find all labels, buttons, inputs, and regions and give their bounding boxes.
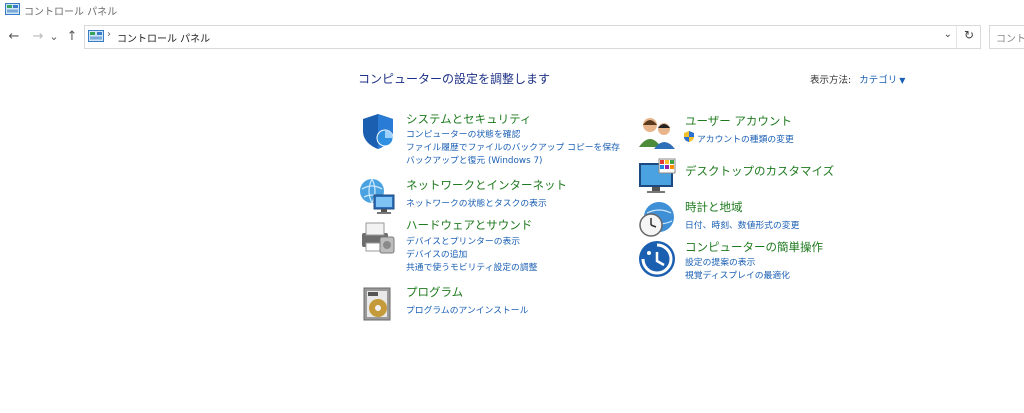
category-programs: プログラム プログラムのアンインストール bbox=[358, 284, 618, 324]
category-appearance-personalization: デスクトップのカスタマイズ bbox=[637, 157, 887, 197]
category-network-internet: ネットワークとインターネット ネットワークの状態とタスクの表示 bbox=[358, 177, 618, 217]
category-title[interactable]: ハードウェアとサウンド bbox=[406, 217, 532, 233]
forward-arrow-icon[interactable]: → bbox=[30, 28, 46, 46]
recent-locations-chevron-icon[interactable]: ⌄ bbox=[48, 28, 60, 46]
control-panel-icon bbox=[88, 30, 104, 42]
category-title[interactable]: コンピューターの簡単操作 bbox=[685, 239, 823, 255]
task-link[interactable]: コンピューターの状態を確認 bbox=[406, 127, 520, 140]
navigation-bar: ← → ⌄ ↑ › コントロール パネル ⌄ ↻ コントロール bbox=[0, 24, 1024, 50]
up-arrow-icon[interactable]: ↑ bbox=[64, 28, 80, 46]
category-user-accounts: ユーザー アカウント アカウントの種類の変更 bbox=[637, 113, 887, 153]
task-link[interactable]: バックアップと復元 (Windows 7) bbox=[406, 153, 543, 166]
category-title[interactable]: ユーザー アカウント bbox=[685, 113, 792, 129]
view-by-dropdown[interactable]: カテゴリ bbox=[859, 75, 897, 86]
search-placeholder: コントロール bbox=[996, 34, 1024, 45]
users-icon[interactable] bbox=[637, 113, 677, 153]
search-input[interactable]: コントロール bbox=[989, 25, 1024, 49]
printer-icon[interactable] bbox=[358, 217, 398, 257]
back-arrow-icon[interactable]: ← bbox=[6, 28, 22, 46]
shield-icon[interactable] bbox=[358, 111, 398, 151]
task-link[interactable]: デバイスとプリンターの表示 bbox=[406, 234, 520, 247]
programs-icon[interactable] bbox=[358, 284, 398, 324]
category-system-security: システムとセキュリティ コンピューターの状態を確認 ファイル履歴でファイルのバッ… bbox=[358, 111, 620, 171]
title-bar: コントロール パネル bbox=[0, 0, 1024, 22]
category-title[interactable]: プログラム bbox=[406, 284, 463, 300]
divider bbox=[956, 26, 957, 48]
category-title[interactable]: デスクトップのカスタマイズ bbox=[685, 163, 834, 179]
task-link[interactable]: 視覚ディスプレイの最適化 bbox=[685, 268, 790, 281]
window-title: コントロール パネル bbox=[24, 7, 118, 18]
breadcrumb-separator: › bbox=[107, 29, 111, 40]
category-hardware-sound: ハードウェアとサウンド デバイスとプリンターの表示 デバイスの追加 共通で使うモ… bbox=[358, 217, 618, 277]
category-title[interactable]: 時計と地域 bbox=[685, 199, 743, 215]
view-by: 表示方法: カテゴリ ▼ bbox=[810, 72, 905, 86]
ease-of-access-icon[interactable] bbox=[637, 239, 677, 279]
task-link[interactable]: ファイル履歴でファイルのバックアップ コピーを保存 bbox=[406, 140, 620, 153]
uac-shield-icon bbox=[684, 131, 694, 142]
category-ease-of-access: コンピューターの簡単操作 設定の提案の表示 視覚ディスプレイの最適化 bbox=[637, 239, 887, 281]
category-title[interactable]: ネットワークとインターネット bbox=[406, 177, 567, 193]
task-link[interactable]: 共通で使うモビリティ設定の調整 bbox=[406, 260, 537, 273]
task-link[interactable]: 日付、時刻、数値形式の変更 bbox=[685, 218, 799, 231]
clock-globe-icon[interactable] bbox=[637, 199, 677, 239]
page-title: コンピューターの設定を調整します bbox=[358, 72, 551, 86]
view-by-label: 表示方法: bbox=[810, 75, 852, 86]
task-link[interactable]: プログラムのアンインストール bbox=[406, 303, 528, 316]
refresh-icon[interactable]: ↻ bbox=[964, 28, 974, 42]
task-link[interactable]: ネットワークの状態とタスクの表示 bbox=[406, 196, 547, 209]
task-link[interactable]: アカウントの種類の変更 bbox=[697, 132, 794, 145]
chevron-down-icon[interactable]: ⌄ bbox=[944, 29, 952, 40]
caret-down-icon[interactable]: ▼ bbox=[899, 76, 905, 85]
network-icon[interactable] bbox=[358, 177, 398, 217]
breadcrumb-control-panel[interactable]: コントロール パネル bbox=[117, 30, 210, 45]
category-title[interactable]: システムとセキュリティ bbox=[406, 111, 531, 127]
category-clock-region: 時計と地域 日付、時刻、数値形式の変更 bbox=[637, 199, 887, 239]
address-bar[interactable]: › コントロール パネル ⌄ ↻ bbox=[84, 25, 981, 49]
monitor-icon[interactable] bbox=[637, 157, 677, 197]
task-link[interactable]: デバイスの追加 bbox=[406, 247, 467, 260]
task-link[interactable]: 設定の提案の表示 bbox=[685, 255, 755, 268]
control-panel-icon bbox=[5, 3, 20, 15]
